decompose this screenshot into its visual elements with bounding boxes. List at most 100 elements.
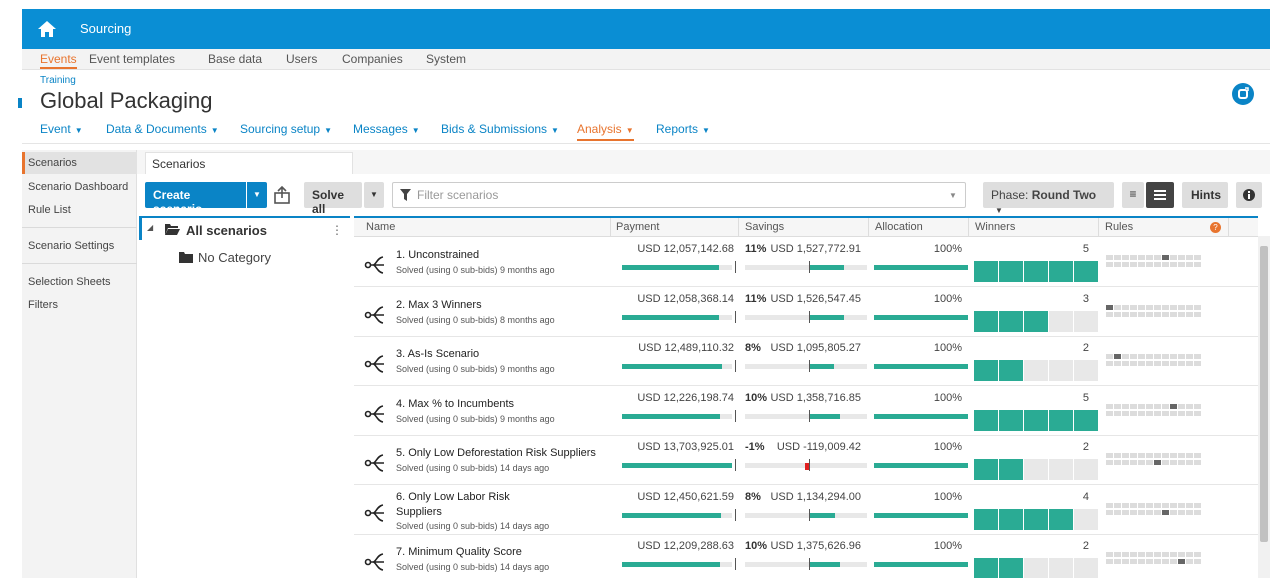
rule-cell[interactable] bbox=[1106, 509, 1113, 515]
rule-cell[interactable] bbox=[1106, 304, 1113, 310]
tab-scenarios[interactable]: Scenarios bbox=[145, 152, 353, 174]
rule-cell[interactable] bbox=[1122, 453, 1129, 458]
rule-cell[interactable] bbox=[1106, 552, 1113, 557]
rule-cell[interactable] bbox=[1170, 304, 1177, 310]
nav-event-templates[interactable]: Event templates bbox=[89, 52, 175, 66]
rule-cell[interactable] bbox=[1162, 304, 1169, 310]
rule-cell[interactable] bbox=[1170, 509, 1177, 515]
rule-cell[interactable] bbox=[1154, 262, 1161, 267]
rule-cell[interactable] bbox=[1122, 559, 1129, 564]
rule-cell[interactable] bbox=[1106, 262, 1113, 267]
rule-cell[interactable] bbox=[1194, 403, 1201, 409]
menu-reports[interactable]: Reports ▼ bbox=[656, 122, 710, 136]
scenario-name[interactable]: 6. Only Low Labor Risk bbox=[396, 491, 510, 503]
info-icon[interactable] bbox=[1236, 182, 1262, 208]
rule-cell[interactable] bbox=[1178, 559, 1185, 564]
rule-cell[interactable] bbox=[1106, 453, 1113, 458]
rule-cell[interactable] bbox=[1154, 509, 1161, 515]
rule-cell[interactable] bbox=[1178, 502, 1185, 508]
rule-cell[interactable] bbox=[1194, 354, 1201, 359]
rule-cell[interactable] bbox=[1178, 361, 1185, 366]
rule-cell[interactable] bbox=[1154, 255, 1161, 260]
rule-cell[interactable] bbox=[1162, 460, 1169, 465]
rule-cell[interactable] bbox=[1170, 262, 1177, 267]
rule-cell[interactable] bbox=[1154, 460, 1161, 465]
scenario-name[interactable]: 7. Minimum Quality Score bbox=[396, 546, 522, 558]
rule-cell[interactable] bbox=[1170, 552, 1177, 557]
rule-cell[interactable] bbox=[1178, 509, 1185, 515]
rule-cell[interactable] bbox=[1194, 559, 1201, 564]
nav-system[interactable]: System bbox=[426, 52, 466, 66]
rule-cell[interactable] bbox=[1162, 262, 1169, 267]
rule-cell[interactable] bbox=[1146, 502, 1153, 508]
rule-cell[interactable] bbox=[1138, 502, 1145, 508]
rule-cell[interactable] bbox=[1122, 410, 1129, 416]
rule-cell[interactable] bbox=[1154, 410, 1161, 416]
rule-cell[interactable] bbox=[1162, 509, 1169, 515]
rule-cell[interactable] bbox=[1186, 262, 1193, 267]
rule-cell[interactable] bbox=[1194, 262, 1201, 267]
menu-event[interactable]: Event ▼ bbox=[40, 122, 83, 136]
menu-data-documents[interactable]: Data & Documents ▼ bbox=[106, 122, 219, 136]
rule-cell[interactable] bbox=[1162, 552, 1169, 557]
rule-cell[interactable] bbox=[1146, 354, 1153, 359]
menu-analysis[interactable]: Analysis ▼ bbox=[577, 122, 634, 141]
rule-cell[interactable] bbox=[1162, 311, 1169, 317]
rule-cell[interactable] bbox=[1178, 453, 1185, 458]
rule-cell[interactable] bbox=[1186, 502, 1193, 508]
rule-cell[interactable] bbox=[1114, 311, 1121, 317]
filter-input[interactable]: Filter scenarios ▼ bbox=[392, 182, 966, 208]
scenario-name-line2[interactable]: Suppliers bbox=[396, 506, 442, 518]
rule-cell[interactable] bbox=[1162, 410, 1169, 416]
rule-cell[interactable] bbox=[1114, 552, 1121, 557]
rule-cell[interactable] bbox=[1154, 311, 1161, 317]
refresh-icon[interactable] bbox=[1232, 83, 1254, 105]
scenario-row[interactable]: 3. As-Is Scenario Solved (using 0 sub-bid… bbox=[354, 337, 1258, 386]
rule-cell[interactable] bbox=[1178, 354, 1185, 359]
rule-cell[interactable] bbox=[1154, 304, 1161, 310]
rule-cell[interactable] bbox=[1186, 453, 1193, 458]
rule-cell[interactable] bbox=[1146, 559, 1153, 564]
export-icon[interactable] bbox=[271, 184, 293, 206]
scenario-row[interactable]: 7. Minimum Quality Score Solved (using 0 … bbox=[354, 535, 1258, 578]
col-header-allocation[interactable]: Allocation bbox=[875, 221, 923, 233]
sidebar-item-filters[interactable]: Filters bbox=[28, 299, 58, 311]
rule-cell[interactable] bbox=[1106, 311, 1113, 317]
scenario-name[interactable]: 5. Only Low Deforestation Risk Suppliers bbox=[396, 447, 596, 459]
rule-cell[interactable] bbox=[1130, 403, 1137, 409]
rule-cell[interactable] bbox=[1154, 559, 1161, 564]
nav-companies[interactable]: Companies bbox=[342, 52, 403, 66]
menu-messages[interactable]: Messages ▼ bbox=[353, 122, 420, 136]
rule-cell[interactable] bbox=[1186, 460, 1193, 465]
scenario-row[interactable]: 6. Only Low Labor Risk Suppliers Solved (u… bbox=[354, 485, 1258, 535]
rule-cell[interactable] bbox=[1122, 361, 1129, 366]
rule-cell[interactable] bbox=[1146, 403, 1153, 409]
rule-cell[interactable] bbox=[1138, 304, 1145, 310]
rule-cell[interactable] bbox=[1194, 304, 1201, 310]
rule-cell[interactable] bbox=[1186, 559, 1193, 564]
rule-cell[interactable] bbox=[1194, 509, 1201, 515]
scenario-row[interactable]: 4. Max % to Incumbents Solved (using 0 su… bbox=[354, 386, 1258, 436]
rule-cell[interactable] bbox=[1162, 502, 1169, 508]
detail-view-icon[interactable] bbox=[1146, 182, 1174, 208]
rule-cell[interactable] bbox=[1122, 460, 1129, 465]
rule-cell[interactable] bbox=[1146, 410, 1153, 416]
rule-cell[interactable] bbox=[1178, 255, 1185, 260]
sidebar-item-selection-sheets[interactable]: Selection Sheets bbox=[28, 276, 111, 288]
rule-cell[interactable] bbox=[1130, 255, 1137, 260]
rule-cell[interactable] bbox=[1114, 255, 1121, 260]
rule-cell[interactable] bbox=[1122, 255, 1129, 260]
rule-cell[interactable] bbox=[1154, 453, 1161, 458]
rule-cell[interactable] bbox=[1154, 502, 1161, 508]
rule-cell[interactable] bbox=[1106, 559, 1113, 564]
phase-select[interactable]: Phase: Round Two ▼ bbox=[983, 182, 1114, 215]
rule-cell[interactable] bbox=[1114, 559, 1121, 564]
nav-users[interactable]: Users bbox=[286, 52, 317, 66]
rule-cell[interactable] bbox=[1130, 453, 1137, 458]
scrollbar-thumb[interactable] bbox=[1260, 246, 1268, 542]
rule-cell[interactable] bbox=[1138, 460, 1145, 465]
rule-cell[interactable] bbox=[1138, 559, 1145, 564]
rule-cell[interactable] bbox=[1114, 502, 1121, 508]
scenario-name[interactable]: 2. Max 3 Winners bbox=[396, 299, 482, 311]
rule-cell[interactable] bbox=[1130, 304, 1137, 310]
